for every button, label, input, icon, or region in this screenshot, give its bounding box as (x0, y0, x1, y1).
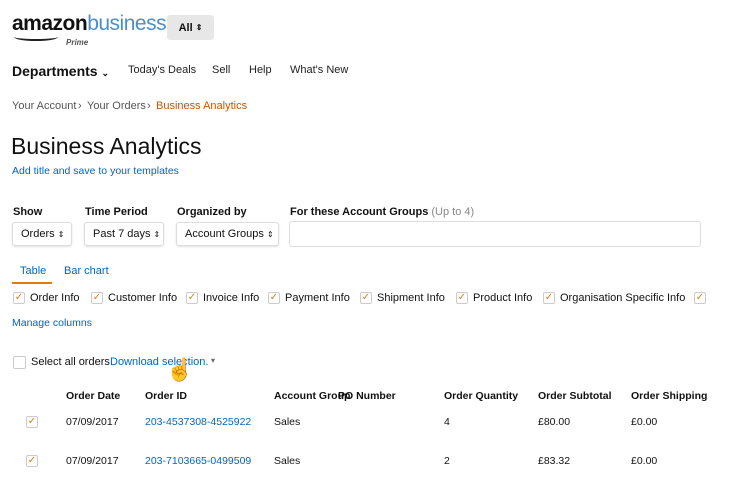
nav-help[interactable]: Help (249, 64, 272, 76)
account-groups-input[interactable] (289, 221, 701, 247)
chevron-down-icon: ⌄ (101, 68, 110, 78)
account-group: Sales (274, 455, 301, 467)
row-checkbox[interactable]: ✓ (26, 455, 38, 467)
header-order-quantity: Order Quantity (444, 390, 519, 402)
checkbox-checked-icon[interactable]: ✓ (268, 292, 280, 304)
checkbox-label: Order Info (30, 292, 80, 304)
checkbox-label: Product Info (473, 292, 533, 304)
header-po-number: PO Number (338, 390, 396, 402)
select-all-checkbox[interactable] (13, 356, 26, 369)
departments-menu[interactable]: Departments ⌄ (12, 63, 109, 79)
column-group-shipment-info[interactable]: ✓ Shipment Info (360, 292, 445, 304)
dropdown-caret-icon[interactable]: ▾ (211, 356, 215, 365)
search-scope-select[interactable]: All ⇕ (167, 15, 214, 40)
add-title-link[interactable]: Add title and save to your templates (12, 165, 179, 177)
nav-whats-new[interactable]: What's New (290, 64, 348, 76)
header-order-date: Order Date (66, 390, 121, 402)
checkbox-checked-icon[interactable]: ✓ (186, 292, 198, 304)
checkbox-label: Organisation Specific Info (560, 292, 686, 304)
column-group-organisation-info[interactable]: ✓ Organisation Specific Info (543, 292, 685, 304)
breadcrumb-current: Business Analytics (156, 100, 248, 112)
order-shipping: £0.00 (631, 455, 658, 467)
column-group-more[interactable]: ✓ (694, 292, 706, 304)
order-quantity: 4 (444, 416, 450, 428)
prime-label: Prime (66, 38, 89, 47)
checkbox-checked-icon[interactable]: ✓ (456, 292, 468, 304)
checkbox-label: Payment Info (285, 292, 350, 304)
order-subtotal: £83.32 (538, 455, 571, 467)
order-date: 07/09/2017 (66, 455, 119, 467)
breadcrumb-your-account[interactable]: Your Account (12, 100, 76, 112)
hand-cursor-icon: ☝ (166, 357, 194, 382)
breadcrumb-separator: › (147, 100, 151, 112)
order-subtotal: £80.00 (538, 416, 571, 428)
row-checkbox[interactable]: ✓ (26, 416, 38, 428)
time-period-label: Time Period (85, 206, 148, 218)
column-group-order-info[interactable]: ✓ Order Info (13, 292, 80, 304)
show-select[interactable]: Orders ⇕ (12, 222, 72, 246)
order-shipping: £0.00 (631, 416, 658, 428)
updown-icon: ⇕ (195, 23, 203, 32)
tab-bar-chart[interactable]: Bar chart (64, 265, 109, 277)
download-selection-link[interactable]: Download selection. (110, 356, 208, 368)
order-date: 07/09/2017 (66, 416, 119, 428)
checkbox-label: Customer Info (108, 292, 178, 304)
column-group-invoice-info[interactable]: ✓ Invoice Info (186, 292, 259, 304)
order-id-link[interactable]: 203-7103665-0499509 (145, 455, 251, 467)
header-order-subtotal: Order Subtotal (538, 390, 612, 402)
smile-logo-icon (14, 33, 58, 41)
account-groups-label: For these Account Groups (Up to 4) (290, 206, 475, 218)
order-quantity: 2 (444, 455, 450, 467)
tab-table[interactable]: Table (20, 265, 46, 277)
organized-by-select[interactable]: Account Groups ⇕ (176, 222, 279, 246)
select-all-label: Select all orders (31, 356, 110, 368)
active-tab-indicator (12, 282, 52, 284)
order-id-link[interactable]: 203-4537308-4525922 (145, 416, 251, 428)
updown-icon: ⇕ (57, 229, 65, 239)
checkbox-checked-icon[interactable]: ✓ (543, 292, 555, 304)
breadcrumb-separator: › (78, 100, 82, 112)
checkbox-label: Invoice Info (203, 292, 260, 304)
breadcrumb-your-orders[interactable]: Your Orders (87, 100, 146, 112)
checkbox-checked-icon[interactable]: ✓ (694, 292, 706, 304)
header-order-id: Order ID (145, 390, 188, 402)
updown-icon: ⇕ (153, 229, 161, 239)
nav-todays-deals[interactable]: Today's Deals (128, 64, 196, 76)
show-label: Show (13, 206, 43, 218)
checkbox-checked-icon[interactable]: ✓ (91, 292, 103, 304)
page-title: Business Analytics (11, 133, 202, 159)
nav-sell[interactable]: Sell (212, 64, 230, 76)
column-group-customer-info[interactable]: ✓ Customer Info (91, 292, 177, 304)
organized-by-label: Organized by (177, 206, 247, 218)
manage-columns-link[interactable]: Manage columns (12, 317, 92, 329)
account-group: Sales (274, 416, 301, 428)
checkbox-label: Shipment Info (377, 292, 445, 304)
column-group-payment-info[interactable]: ✓ Payment Info (268, 292, 350, 304)
checkbox-checked-icon[interactable]: ✓ (13, 292, 25, 304)
checkbox-checked-icon[interactable]: ✓ (360, 292, 372, 304)
header-order-shipping: Order Shipping (631, 390, 708, 402)
column-group-product-info[interactable]: ✓ Product Info (456, 292, 532, 304)
updown-icon: ⇕ (266, 229, 274, 239)
time-period-select[interactable]: Past 7 days ⇕ (84, 222, 164, 246)
